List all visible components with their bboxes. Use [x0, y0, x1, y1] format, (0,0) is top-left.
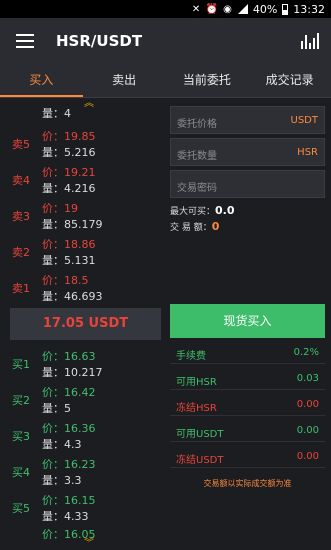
kline-chart-icon[interactable] [301, 33, 319, 49]
ask-qty: 量：4.216 [42, 182, 96, 195]
bid-row[interactable]: 买4 价：16.23 量：3.3 [0, 454, 166, 490]
bid-level: 买4 [12, 466, 30, 479]
tab-sell[interactable]: 卖出 [83, 64, 166, 97]
ask-row[interactable]: 卖5 价：19.85 量：5.216 [0, 126, 166, 162]
bid-qty: 量：5 [42, 402, 71, 415]
spot-buy-button[interactable]: 现货买入 [170, 304, 325, 338]
bid-row[interactable]: 买3 价：16.36 量：4.3 [0, 418, 166, 454]
bid-level: 买5 [12, 502, 30, 515]
ask-row-partial: 量：4 [0, 102, 166, 120]
amount-value: 0 [211, 220, 220, 233]
scroll-up-icon[interactable]: ︽ [84, 99, 94, 109]
ask-qty: 量：5.216 [42, 146, 96, 159]
ask-row[interactable]: 卖4 价：19.21 量：4.216 [0, 162, 166, 198]
quantity-input[interactable]: 委托数量 HSR [170, 138, 325, 166]
bid-qty: 量：4.3 [42, 438, 82, 451]
stat-value: 0.03 [296, 373, 319, 384]
tab-buy[interactable]: 买入 [0, 64, 83, 97]
ask-row[interactable]: 卖3 价：19 量：85.179 [0, 198, 166, 234]
scroll-down-icon[interactable]: ︾ [84, 539, 94, 549]
bid-row[interactable]: 买2 价：16.42 量：5 [0, 382, 166, 418]
ask-level: 卖4 [12, 174, 30, 187]
ask-qty: 量：5.131 [42, 254, 96, 267]
ask-level: 卖3 [12, 210, 30, 223]
ask-price: 价：19.21 [42, 166, 96, 179]
stat-value: 0.00 [296, 451, 319, 462]
bid-level: 买1 [12, 358, 30, 371]
password-placeholder: 交易密码 [177, 183, 217, 194]
available-usdt-row: 可用USDT 0.00 [170, 420, 325, 442]
stat-label: 可用HSR [176, 377, 217, 388]
frozen-usdt-row: 冻结USDT 0.00 [170, 446, 325, 468]
clock: 13:32 [293, 2, 325, 16]
stat-label: 冻结USDT [176, 455, 224, 466]
max-buy-info: 最大可买：0.0 [170, 204, 235, 217]
bid-row[interactable]: 买5 价：16.15 量：4.33 [0, 490, 166, 526]
ask-level: 卖2 [12, 246, 30, 259]
stat-value: 0.00 [296, 425, 319, 436]
battery-percent: 40% [252, 2, 278, 16]
ask-level: 卖5 [12, 138, 30, 151]
amount-note: 交易额以实际成交额为准 [203, 479, 292, 488]
bid-price: 价：16.23 [42, 458, 96, 471]
frozen-hsr-row: 冻结HSR 0.00 [170, 394, 325, 416]
price-unit: USDT [290, 115, 318, 126]
password-input[interactable]: 交易密码 [170, 170, 325, 198]
bid-qty: 量：10.217 [42, 366, 103, 379]
app-bar: HSR/USDT [0, 18, 331, 64]
available-hsr-row: 可用HSR 0.03 [170, 368, 325, 390]
tab-trade-history[interactable]: 成交记录 [248, 64, 331, 97]
ask-qty: 量：4 [42, 107, 71, 120]
amount-info: 交 易 额：0 [170, 220, 219, 233]
notification-icons: ✕ ⏰ ◉ [191, 3, 233, 15]
battery-icon [282, 3, 289, 15]
quantity-placeholder: 委托数量 [177, 151, 217, 162]
trade-panel: 委托价格 USDT 委托数量 HSR 交易密码 最大可买：0.0 交 易 额：0… [170, 98, 331, 550]
stat-value: 0.2% [293, 347, 319, 358]
ask-qty: 量：85.179 [42, 218, 103, 231]
amount-label: 交 易 额： [170, 223, 212, 233]
bid-price: 价：16.15 [42, 494, 96, 507]
signal-icon [237, 4, 248, 14]
ask-row[interactable]: 卖2 价：18.86 量：5.131 [0, 234, 166, 270]
ask-qty: 量：46.693 [42, 290, 103, 303]
stat-value: 0.00 [296, 399, 319, 410]
bid-level: 买2 [12, 394, 30, 407]
bid-row-partial: 价：16.05 [0, 524, 166, 544]
fee-row: 手续费 0.2% [170, 342, 325, 364]
bid-level: 买3 [12, 430, 30, 443]
quantity-unit: HSR [297, 147, 318, 158]
ask-price: 价：18.5 [42, 274, 89, 287]
ask-price: 价：19 [42, 202, 78, 215]
page-title: HSR/USDT [56, 32, 143, 50]
bid-price: 价：16.42 [42, 386, 96, 399]
ask-price: 价：19.85 [42, 130, 96, 143]
price-placeholder: 委托价格 [177, 119, 217, 130]
tab-open-orders[interactable]: 当前委托 [166, 64, 249, 97]
bid-row[interactable]: 买1 价：16.63 量：10.217 [0, 346, 166, 382]
max-buy-label: 最大可买： [170, 207, 216, 217]
last-price: 17.05 USDT [10, 308, 161, 340]
bid-qty: 量：4.33 [42, 510, 89, 523]
stat-label: 可用USDT [176, 429, 224, 440]
ask-level: 卖1 [12, 282, 30, 295]
bid-qty: 量：3.3 [42, 474, 82, 487]
bid-price: 价：16.63 [42, 350, 96, 363]
bid-price: 价：16.36 [42, 422, 96, 435]
menu-icon[interactable] [16, 34, 34, 48]
stat-label: 手续费 [176, 351, 206, 362]
order-book: 量：4 ︽ 卖5 价：19.85 量：5.216 卖4 价：19.21 量：4.… [0, 98, 166, 550]
price-input[interactable]: 委托价格 USDT [170, 106, 325, 134]
max-buy-value: 0.0 [215, 204, 235, 217]
ask-price: 价：18.86 [42, 238, 96, 251]
tab-bar: 买入 卖出 当前委托 成交记录 [0, 64, 331, 98]
status-bar: ✕ ⏰ ◉ 40% 13:32 [0, 0, 331, 18]
stat-label: 冻结HSR [176, 403, 217, 414]
ask-row[interactable]: 卖1 价：18.5 量：46.693 [0, 270, 166, 306]
